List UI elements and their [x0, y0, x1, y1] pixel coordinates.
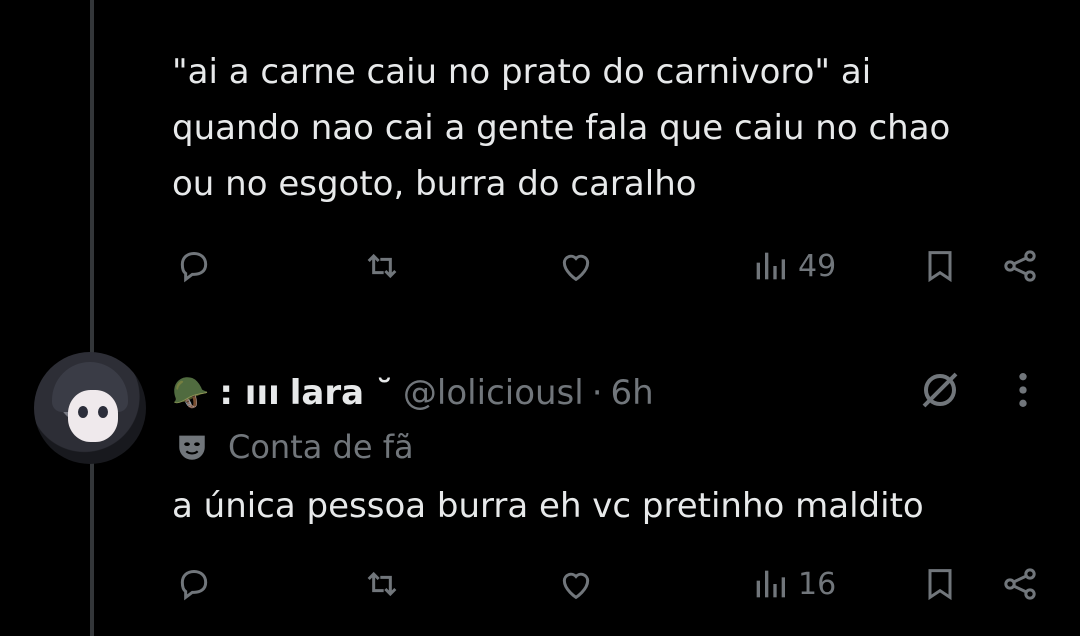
bookmark-icon [928, 569, 952, 601]
more-button[interactable] [1010, 370, 1036, 414]
reply-icon [180, 569, 208, 601]
post-2-share-button[interactable] [1000, 564, 1040, 604]
post-1-views-count: 49 [798, 248, 837, 284]
post-1-reply-button[interactable] [174, 246, 214, 286]
thread-line [90, 0, 94, 636]
reply-icon [180, 251, 208, 283]
post-2-repost-button[interactable] [362, 564, 402, 604]
post-2-text: a única pessoa burra eh vc pretinho mald… [172, 486, 924, 526]
post-2-bookmark-button[interactable] [920, 564, 960, 604]
post-2-header: 🪖 : ııı lara ˘ @loliciousl · 6h [172, 368, 654, 418]
mask-icon [179, 435, 205, 460]
post-1-share-button[interactable] [1000, 246, 1040, 286]
display-name[interactable]: lara ˘ [290, 373, 393, 413]
post-1-views-button[interactable]: 49 [750, 246, 836, 286]
post-2-like-button[interactable] [556, 564, 596, 604]
post-time[interactable]: 6h [611, 373, 654, 413]
post-1-repost-button[interactable] [362, 246, 402, 286]
repost-icon [367, 253, 397, 279]
name-prefix: : ııı [219, 373, 280, 413]
post-2-reply-button[interactable] [174, 564, 214, 604]
grok-button[interactable] [916, 366, 964, 418]
post-2-views-count: 16 [798, 566, 837, 602]
repost-icon [367, 571, 397, 597]
post-1-text: "ai a carne caiu no prato do carnivoro" … [172, 52, 951, 204]
share-icon [1004, 250, 1036, 282]
grok-icon [922, 372, 958, 408]
views-icon [756, 570, 785, 598]
bookmark-icon [928, 251, 952, 283]
post-2-views-button[interactable]: 16 [750, 564, 836, 604]
fan-account-label: Conta de fã [174, 428, 414, 466]
post-1-bookmark-button[interactable] [920, 246, 960, 286]
post-1-like-button[interactable] [556, 246, 596, 286]
heart-icon [562, 572, 590, 600]
avatar[interactable] [34, 352, 146, 464]
fan-account-text: Conta de fã [228, 428, 414, 466]
separator: · [591, 373, 603, 413]
share-icon [1004, 568, 1036, 600]
heart-icon [562, 254, 590, 282]
views-icon [756, 252, 785, 280]
user-handle[interactable]: @loliciousl [403, 373, 584, 413]
helmet-emoji: 🪖 [172, 375, 210, 411]
more-icon [1019, 373, 1027, 407]
